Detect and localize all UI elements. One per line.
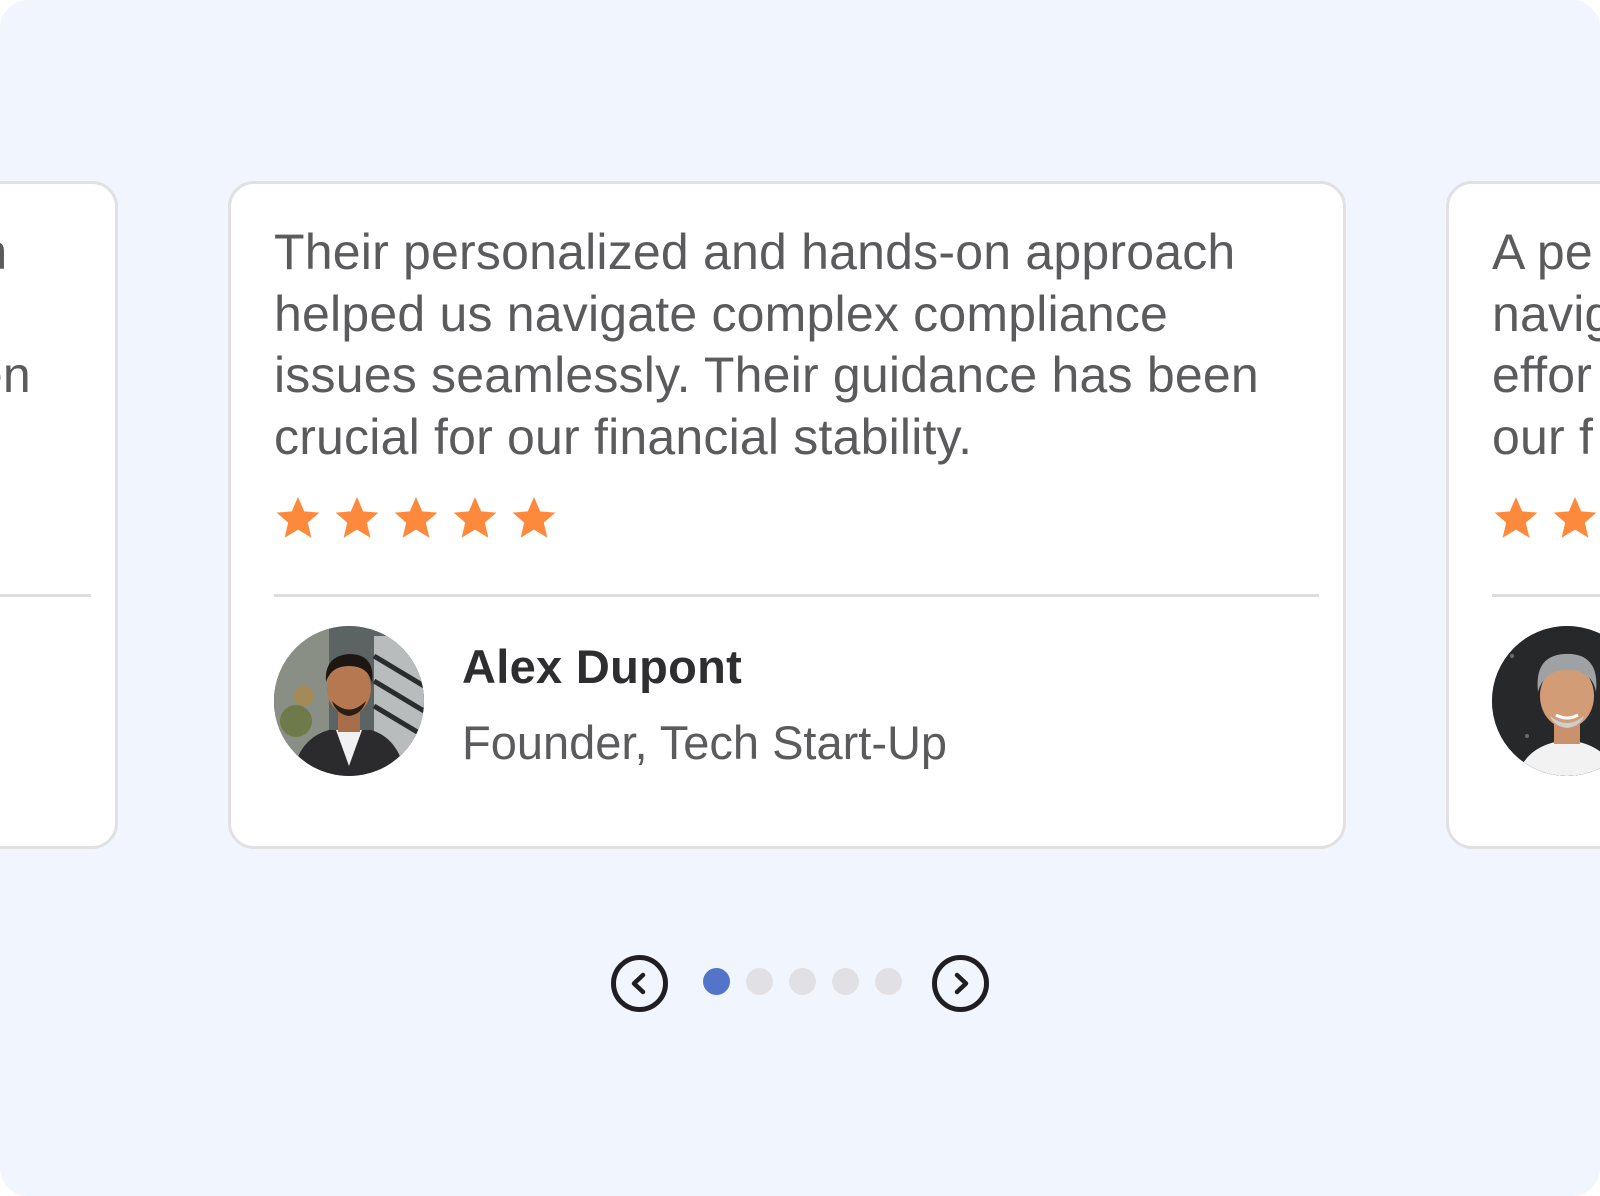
star-icon [394, 497, 438, 538]
pagination-dots [703, 968, 902, 995]
card-divider [0, 594, 91, 597]
star-icon [1553, 497, 1597, 538]
testimonial-card-next[interactable]: A pe navig effor our f [1446, 181, 1600, 849]
avatar [274, 626, 424, 776]
card-divider [1492, 594, 1600, 597]
testimonial-quote: Their personalized and hands-on approach… [274, 224, 1259, 465]
testimonial-carousel: Their personalized and hands-on approach… [0, 0, 1600, 1196]
testimonial-card-active: Their personalized and hands-on approach… [228, 181, 1346, 849]
star-icon [512, 497, 556, 538]
star-icon [1494, 497, 1538, 538]
gray-haired-man-avatar [1492, 626, 1600, 776]
star-icon [453, 497, 497, 538]
next-button[interactable] [932, 955, 989, 1012]
star-icon [335, 497, 379, 538]
previous-button[interactable] [611, 955, 668, 1012]
testimonial-quote: Their personalized and hands-on approach… [0, 224, 31, 403]
person-name: Alex Dupont [462, 640, 743, 693]
testimonial-card-previous[interactable]: Their personalized and hands-on approach… [0, 181, 118, 849]
chevron-right-icon [954, 972, 969, 995]
young-man-avatar [274, 626, 424, 776]
star-rating [274, 494, 558, 546]
star-rating [1492, 494, 1600, 546]
pagination-dot[interactable] [703, 968, 730, 995]
card-divider [274, 594, 1319, 597]
pagination-dot[interactable] [789, 968, 816, 995]
person-role: Founder, Tech Start-Up [462, 716, 948, 769]
pagination-dot[interactable] [746, 968, 773, 995]
avatar [1492, 626, 1600, 776]
chevron-left-icon [631, 972, 646, 995]
pagination-dot[interactable] [875, 968, 902, 995]
testimonial-quote: A pe navig effor our f [1492, 224, 1600, 465]
star-icon [276, 497, 320, 538]
pagination-dot[interactable] [832, 968, 859, 995]
